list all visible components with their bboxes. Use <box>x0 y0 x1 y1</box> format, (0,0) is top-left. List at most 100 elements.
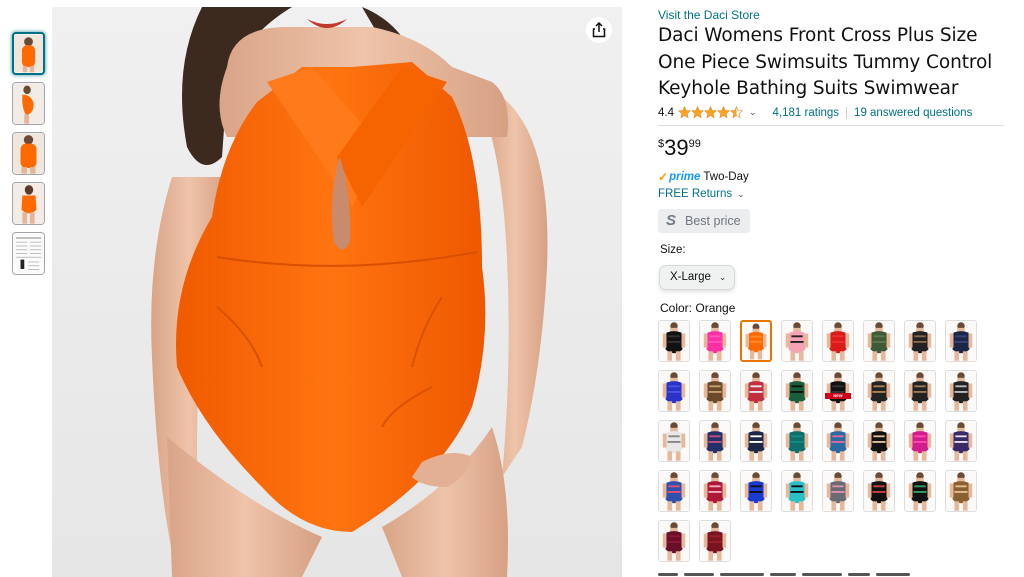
price-whole: 39 <box>664 134 689 160</box>
chevron-down-icon: ⌄ <box>718 271 727 282</box>
swatch-image <box>659 371 689 411</box>
free-returns-label: FREE Returns <box>658 187 733 200</box>
color-swatch-leopard[interactable] <box>945 470 977 512</box>
color-swatch-blue-black[interactable] <box>740 470 772 512</box>
color-swatch-black-floral[interactable] <box>863 420 895 462</box>
color-swatch-leopard-black[interactable] <box>863 370 895 412</box>
color-swatch-green-floral[interactable] <box>904 470 936 512</box>
rating-chevron-icon[interactable]: ⌄ <box>749 107 757 118</box>
swatch-image <box>700 521 730 561</box>
cut-off-text <box>658 568 958 577</box>
color-swatch-polka-dot[interactable] <box>740 420 772 462</box>
swatch-image <box>946 321 976 361</box>
swatch-image <box>823 421 853 461</box>
store-link[interactable]: Visit the Daci Store <box>658 8 1008 22</box>
rating-value: 4.4 <box>658 106 674 119</box>
color-swatch-blue-floral[interactable] <box>658 470 690 512</box>
share-icon <box>592 22 606 38</box>
prime-delivery: ✓ prime Two-Day <box>658 169 1008 185</box>
color-label: Color: Orange <box>660 300 736 315</box>
color-swatch-black[interactable] <box>658 320 690 362</box>
swatch-image <box>659 321 689 361</box>
color-swatch-orange[interactable] <box>740 320 772 362</box>
star-rating-icon[interactable] <box>678 106 743 119</box>
color-swatch-teal[interactable] <box>781 420 813 462</box>
swatch-image <box>782 371 812 411</box>
swatch-image <box>700 471 730 511</box>
badge-text: Best price <box>685 213 741 228</box>
separator: | <box>845 106 849 119</box>
ratings-link[interactable]: 4,181 ratings <box>773 107 840 119</box>
color-swatch-navy-floral[interactable] <box>699 420 731 462</box>
swatch-image <box>946 471 976 511</box>
color-swatch-red-floral[interactable] <box>699 470 731 512</box>
free-returns[interactable]: FREE Returns ⌄ <box>658 188 1008 204</box>
color-swatch-turquoise-black[interactable] <box>781 470 813 512</box>
swatch-image <box>659 471 689 511</box>
swatch-image <box>823 471 853 511</box>
swatch-image <box>782 471 812 511</box>
prime-check-icon: ✓ <box>658 169 669 184</box>
swatch-image <box>700 321 730 361</box>
price: $ 39 99 <box>658 135 1008 163</box>
color-swatch-pink-black[interactable] <box>781 320 813 362</box>
swatch-image <box>741 421 771 461</box>
swatch-image <box>782 321 812 361</box>
color-swatch-stripe-black[interactable] <box>945 370 977 412</box>
size-label: Size: <box>660 243 686 256</box>
thumbnail-list <box>12 32 48 282</box>
swatch-image <box>823 371 853 411</box>
thumbnail-1[interactable] <box>12 32 45 75</box>
color-swatch-magenta[interactable] <box>904 420 936 462</box>
color-swatch-maroon[interactable] <box>699 520 731 562</box>
color-swatch-tropical[interactable] <box>822 420 854 462</box>
color-swatch-purple-floral[interactable] <box>945 420 977 462</box>
swatch-image <box>700 421 730 461</box>
rating-row: 4.4 ⌄ 4,181 ratings | 19 answered questi… <box>658 105 1008 121</box>
chevron-down-icon: ⌄ <box>737 188 745 199</box>
color-swatch-army-green[interactable] <box>863 320 895 362</box>
color-swatch-grey-floral[interactable] <box>822 470 854 512</box>
color-swatch-hot-pink[interactable] <box>699 320 731 362</box>
swatch-image <box>946 421 976 461</box>
thumbnail-4[interactable] <box>12 182 45 225</box>
price-fraction: 99 <box>688 137 701 150</box>
thumbnail-5-size-chart[interactable] <box>12 232 45 275</box>
color-swatch-royal-blue[interactable] <box>658 370 690 412</box>
swatch-image <box>946 371 976 411</box>
swatch-image <box>700 371 730 411</box>
answered-questions-link[interactable]: 19 answered questions <box>854 107 972 119</box>
swatch-image <box>742 322 770 360</box>
color-swatch-black-new[interactable]: NEW <box>822 370 854 412</box>
color-swatch-black-red-floral[interactable] <box>863 470 895 512</box>
share-button[interactable] <box>586 17 612 43</box>
new-tag: NEW <box>825 393 851 399</box>
color-swatch-leopard-halter[interactable] <box>699 370 731 412</box>
product-info: Visit the Daci Store Daci Womens Front C… <box>658 8 1008 316</box>
size-dropdown[interactable]: X-Large ⌄ <box>659 264 736 290</box>
swatch-image <box>864 371 894 411</box>
prime-logo: prime <box>669 170 701 183</box>
swatch-image <box>741 471 771 511</box>
prime-text: Two-Day <box>703 170 749 183</box>
thumbnail-2[interactable] <box>12 82 45 125</box>
color-swatch-black-print[interactable] <box>904 320 936 362</box>
color-swatch-floral-black[interactable] <box>904 370 936 412</box>
size-selected-value: X-Large <box>670 271 711 283</box>
swatch-image <box>823 321 853 361</box>
thumbnail-3[interactable] <box>12 132 45 175</box>
color-swatch-green-black[interactable] <box>781 370 813 412</box>
main-product-image[interactable] <box>52 7 622 577</box>
swatch-image <box>782 421 812 461</box>
swatch-image <box>905 321 935 361</box>
color-swatch-white-print[interactable] <box>658 420 690 462</box>
color-swatch-stripe[interactable] <box>740 370 772 412</box>
swatch-image <box>659 421 689 461</box>
color-swatch-wine[interactable] <box>658 520 690 562</box>
product-title: Daci Womens Front Cross Plus Size One Pi… <box>658 25 993 99</box>
color-swatch-red[interactable] <box>822 320 854 362</box>
color-swatch-navy[interactable] <box>945 320 977 362</box>
badge-s-icon: S <box>666 212 677 229</box>
swatch-image <box>864 421 894 461</box>
swatch-image <box>905 471 935 511</box>
